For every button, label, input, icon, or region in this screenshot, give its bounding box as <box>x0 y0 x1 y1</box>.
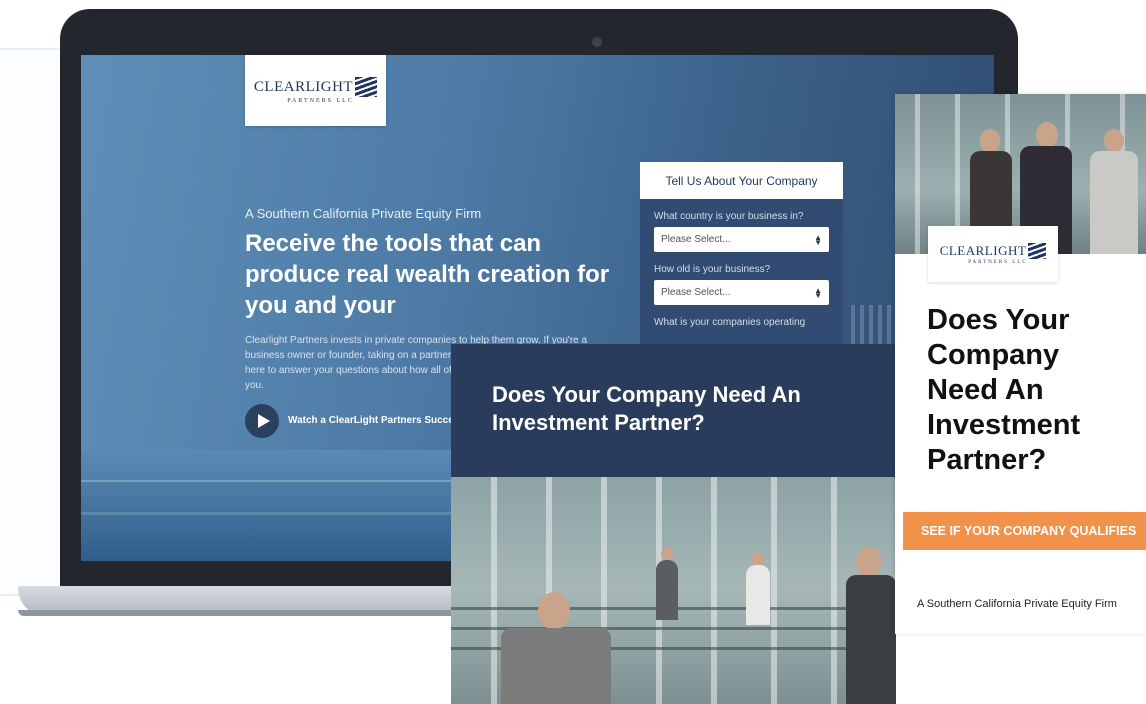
business-age-label: How old is your business? <box>654 264 771 275</box>
business-age-select[interactable]: Please Select... ▲ ▼ <box>654 280 829 305</box>
office-photo <box>451 477 896 704</box>
logo-subtitle: PARTNERS LLC <box>968 260 1028 265</box>
play-icon <box>257 414 270 428</box>
select-arrows-icon: ▲ ▼ <box>814 285 822 300</box>
clearlight-logo[interactable]: CLEARLIGHT PARTNERS LLC <box>245 55 386 126</box>
play-video-button[interactable] <box>245 404 279 438</box>
businesswoman-figure <box>1090 129 1140 254</box>
operating-label: What is your companies operating <box>654 317 806 328</box>
ad-card-header: Does Your Company Need An Investment Par… <box>451 344 896 477</box>
logo-stripes-icon <box>355 77 378 97</box>
businessman-figure <box>846 547 896 704</box>
ad-card-title: Does Your Company Need An Investment Par… <box>492 382 801 435</box>
logo-stripes-icon <box>1028 243 1047 259</box>
ad-card-tagline: A Southern California Private Equity Fir… <box>917 598 1117 610</box>
form-title: Tell Us About Your Company <box>640 162 843 199</box>
logo-wordmark: CLEARLIGHT <box>939 243 1027 258</box>
logo-subtitle: PARTNERS LLC <box>287 98 354 104</box>
ad-card-portrait[interactable]: CLEARLIGHT PARTNERS LLC Does Your Compan… <box>895 94 1146 634</box>
select-arrows-icon: ▲ ▼ <box>814 232 822 247</box>
ad-card-title: Does Your Company Need An Investment Par… <box>927 304 1081 476</box>
clearlight-logo: CLEARLIGHT PARTNERS LLC <box>928 226 1058 282</box>
qualify-cta-button[interactable]: SEE IF YOUR COMPANY QUALIFIES <box>903 512 1146 550</box>
hero-tagline: A Southern California Private Equity Fir… <box>245 206 482 221</box>
business-age-select-value: Please Select... <box>661 287 731 298</box>
country-select-value: Please Select... <box>661 234 731 245</box>
country-label: What country is your business in? <box>654 211 804 222</box>
company-form: Tell Us About Your Company What country … <box>640 162 843 362</box>
businessman-figure <box>656 547 680 627</box>
businessman-figure <box>746 552 772 632</box>
logo-wordmark: CLEARLIGHT <box>253 78 354 95</box>
businessman-figure <box>501 592 621 704</box>
country-select[interactable]: Please Select... ▲ ▼ <box>654 227 829 252</box>
ad-card-landscape[interactable]: Does Your Company Need An Investment Par… <box>451 344 896 704</box>
hero-headline: Receive the tools that can produce real … <box>245 230 610 319</box>
webcam-icon <box>592 37 602 47</box>
